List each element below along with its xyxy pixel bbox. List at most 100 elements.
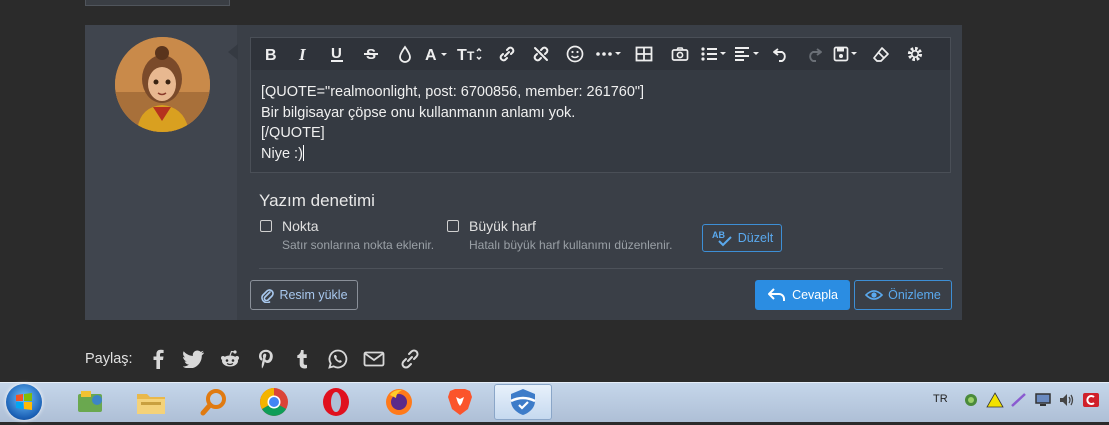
ellipsis-icon [596, 52, 621, 56]
antivirus-tray-icon[interactable] [1082, 392, 1100, 408]
email-icon[interactable] [361, 348, 387, 370]
font-size-icon: TT [457, 47, 482, 63]
opera-icon [323, 388, 349, 416]
avatar [115, 37, 210, 132]
undo-icon [773, 48, 786, 62]
italic-icon: I [298, 46, 307, 62]
pen-tray-icon[interactable] [1010, 392, 1028, 408]
preview-label: Önizleme [888, 288, 941, 302]
align-left-icon [735, 47, 759, 61]
list-icon [701, 47, 726, 61]
fix-button[interactable]: AB Düzelt [702, 224, 782, 252]
reply-icon [768, 288, 786, 301]
message-line: Bir bilgisayar çöpse onu kullanmanın anl… [261, 104, 576, 121]
smiley-icon [566, 45, 584, 63]
checkbox-box[interactable] [260, 220, 272, 232]
gear-icon [907, 46, 923, 62]
nokta-hint: Satır sonlarına nokta eklenir. [282, 238, 435, 252]
settings-button[interactable] [898, 38, 932, 70]
taskbar-app-brave[interactable] [438, 384, 482, 420]
whatsapp-icon[interactable] [325, 348, 351, 370]
italic-button[interactable]: I [287, 38, 320, 70]
magnifier-icon [200, 389, 226, 416]
message-line: [QUOTE="realmoonlight, post: 6700856, me… [261, 84, 645, 100]
message-textarea[interactable]: [QUOTE="realmoonlight, post: 6700856, me… [261, 82, 644, 164]
volume-tray-icon[interactable] [1058, 392, 1076, 408]
facebook-icon[interactable] [145, 348, 171, 370]
tray-icons [962, 392, 1100, 408]
strikethrough-button[interactable]: S [354, 38, 388, 70]
reply-label: Cevapla [792, 288, 838, 302]
remove-link-button[interactable] [524, 38, 558, 70]
bold-button[interactable]: B [255, 38, 287, 70]
svg-text:U: U [331, 45, 342, 62]
chrome-icon [260, 388, 288, 416]
underline-icon: U [331, 45, 343, 62]
link-icon [499, 46, 515, 62]
reddit-icon[interactable] [217, 348, 243, 370]
checkbox-box[interactable] [447, 220, 459, 232]
svg-text:I: I [298, 46, 307, 62]
link-icon[interactable] [397, 348, 423, 370]
buyuk-harf-hint: Hatalı büyük harf kullanımı düzenlenir. [469, 238, 673, 252]
pinterest-icon[interactable] [253, 348, 279, 370]
emoji-button[interactable] [558, 38, 592, 70]
fix-label: Düzelt [737, 231, 774, 245]
tumblr-icon[interactable] [289, 348, 315, 370]
svg-text:T: T [457, 47, 467, 63]
align-button[interactable] [730, 38, 764, 70]
drafts-button[interactable] [830, 38, 864, 70]
preview-button[interactable]: Önizleme [854, 280, 952, 310]
start-button[interactable] [6, 384, 42, 420]
windows-explorer-icon [78, 391, 102, 412]
nokta-checkbox[interactable]: Nokta [260, 218, 319, 234]
more-options-button[interactable] [592, 38, 626, 70]
save-icon [833, 46, 857, 62]
text-color-button[interactable] [388, 38, 422, 70]
taskbar-app-firefox[interactable] [377, 384, 421, 420]
editor-pointer [228, 44, 238, 60]
editor-toolbar: B I U S A TT [251, 38, 950, 70]
warning-tray-icon[interactable] [986, 392, 1004, 408]
taskbar-app-files[interactable] [129, 384, 173, 420]
eraser-icon [873, 47, 889, 62]
twitter-icon[interactable] [181, 348, 207, 370]
remove-formatting-button[interactable] [864, 38, 898, 70]
redo-button[interactable] [798, 38, 830, 70]
language-indicator[interactable]: TR [933, 393, 948, 405]
reply-button[interactable]: Cevapla [755, 280, 850, 310]
redo-icon [809, 48, 822, 62]
message-editor[interactable]: B I U S A TT [250, 37, 951, 173]
undo-button[interactable] [764, 38, 798, 70]
nokta-label: Nokta [282, 218, 319, 234]
buyuk-harf-checkbox[interactable]: Büyük harf [447, 218, 536, 234]
list-button[interactable] [698, 38, 730, 70]
taskbar-app-search[interactable] [192, 384, 236, 420]
font-family-button[interactable]: A [422, 38, 454, 70]
paperclip-icon [261, 289, 275, 303]
insert-image-button[interactable] [662, 38, 698, 70]
upload-image-button[interactable]: Resim yükle [250, 280, 358, 310]
eye-icon [865, 290, 884, 300]
firefox-icon [386, 389, 412, 415]
message-line: Niye :) [261, 145, 303, 162]
monitor-tray-icon[interactable] [1034, 392, 1052, 408]
droplet-icon [399, 45, 411, 63]
taskbar-app-security[interactable] [494, 384, 552, 420]
insert-link-button[interactable] [490, 38, 524, 70]
network-tray-icon[interactable] [962, 392, 980, 408]
windows-logo-icon [16, 393, 32, 410]
svg-text:B: B [265, 47, 277, 62]
spellcheck-icon: AB [712, 230, 732, 247]
share-bar: Paylaş: [85, 348, 433, 370]
underline-button[interactable]: U [320, 38, 354, 70]
svg-text:A: A [425, 47, 437, 63]
insert-table-button[interactable] [626, 38, 662, 70]
previous-controls [85, 0, 230, 6]
font-size-button[interactable]: TT [454, 38, 490, 70]
taskbar-app-chrome[interactable] [252, 384, 296, 420]
table-icon [635, 46, 653, 62]
taskbar-app-explorer[interactable] [68, 384, 112, 420]
taskbar-app-opera[interactable] [314, 384, 358, 420]
upload-label: Resim yükle [279, 288, 348, 302]
